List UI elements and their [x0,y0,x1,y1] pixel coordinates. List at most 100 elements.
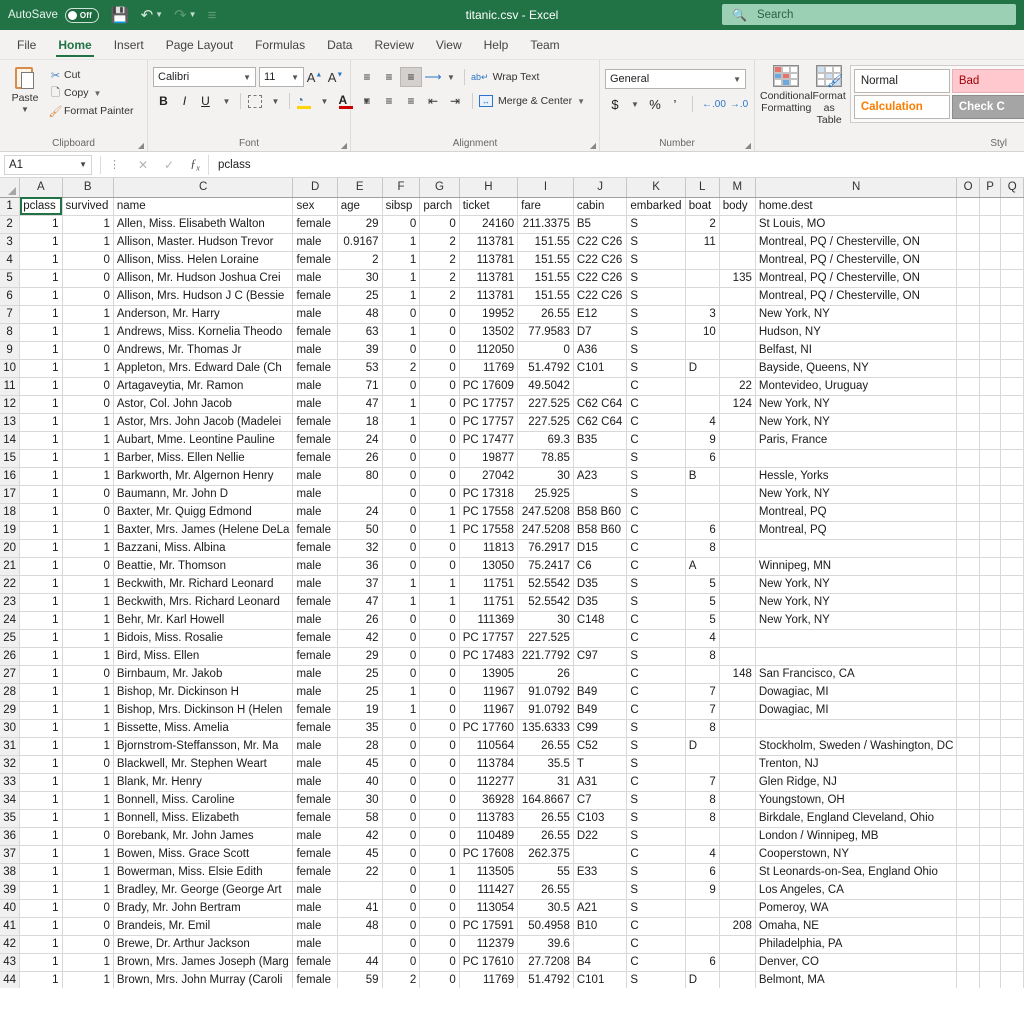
cell-D11[interactable]: male [293,377,337,395]
cell-P34[interactable] [979,791,1000,809]
cell-F25[interactable]: 0 [382,629,420,647]
italic-button[interactable]: I [174,91,195,111]
cell-O8[interactable] [957,323,980,341]
cell-G3[interactable]: 2 [420,233,459,251]
cell-N42[interactable]: Philadelphia, PA [755,935,957,953]
cell-G20[interactable]: 0 [420,539,459,557]
cell-B11[interactable]: 0 [62,377,113,395]
cell-O43[interactable] [957,953,980,971]
row-header-20[interactable]: 20 [0,539,20,557]
cell-C8[interactable]: Andrews, Miss. Kornelia Theodo [113,323,293,341]
cell-F10[interactable]: 2 [382,359,420,377]
cell-C33[interactable]: Blank, Mr. Henry [113,773,293,791]
cell-D14[interactable]: female [293,431,337,449]
column-header-c[interactable]: C [113,178,293,197]
cell-G19[interactable]: 1 [420,521,459,539]
cell-C21[interactable]: Beattie, Mr. Thomson [113,557,293,575]
cell-J1[interactable]: cabin [573,197,627,215]
cell-J42[interactable] [573,935,627,953]
cell-L33[interactable]: 7 [685,773,719,791]
cell-Q26[interactable] [1001,647,1024,665]
cell-M8[interactable] [719,323,755,341]
cell-G18[interactable]: 1 [420,503,459,521]
cell-D3[interactable]: male [293,233,337,251]
cell-E39[interactable] [337,881,382,899]
cell-M20[interactable] [719,539,755,557]
row-header-2[interactable]: 2 [0,215,20,233]
cell-J18[interactable]: B58 B60 [573,503,627,521]
cell-F39[interactable]: 0 [382,881,420,899]
cell-O13[interactable] [957,413,980,431]
cell-O40[interactable] [957,899,980,917]
cell-N1[interactable]: home.dest [755,197,957,215]
cell-O23[interactable] [957,593,980,611]
cell-E34[interactable]: 30 [337,791,382,809]
cell-M32[interactable] [719,755,755,773]
cell-Q4[interactable] [1001,251,1024,269]
column-header-e[interactable]: E [337,178,382,197]
cell-Q40[interactable] [1001,899,1024,917]
cell-G4[interactable]: 2 [420,251,459,269]
cell-N24[interactable]: New York, NY [755,611,957,629]
chevron-down-icon[interactable]: ▼ [444,67,458,87]
cell-P36[interactable] [979,827,1000,845]
cell-Q27[interactable] [1001,665,1024,683]
cell-C31[interactable]: Bjornstrom-Steffansson, Mr. Ma [113,737,293,755]
cell-H14[interactable]: PC 17477 [459,431,517,449]
cell-Q33[interactable] [1001,773,1024,791]
cell-D37[interactable]: female [293,845,337,863]
cell-J19[interactable]: B58 B60 [573,521,627,539]
cell-F14[interactable]: 0 [382,431,420,449]
cell-I24[interactable]: 30 [518,611,574,629]
cell-G5[interactable]: 2 [420,269,459,287]
cell-N8[interactable]: Hudson, NY [755,323,957,341]
cell-Q18[interactable] [1001,503,1024,521]
cell-Q16[interactable] [1001,467,1024,485]
style-bad[interactable]: Bad [952,69,1024,93]
cell-B5[interactable]: 0 [62,269,113,287]
cell-I10[interactable]: 51.4792 [518,359,574,377]
cell-M21[interactable] [719,557,755,575]
cell-K13[interactable]: C [627,413,685,431]
cell-D13[interactable]: female [293,413,337,431]
cell-E19[interactable]: 50 [337,521,382,539]
cell-G42[interactable]: 0 [420,935,459,953]
cell-A14[interactable]: 1 [20,431,62,449]
cell-C24[interactable]: Behr, Mr. Karl Howell [113,611,293,629]
cell-F11[interactable]: 0 [382,377,420,395]
cell-I38[interactable]: 55 [518,863,574,881]
cell-Q29[interactable] [1001,701,1024,719]
cell-J38[interactable]: E33 [573,863,627,881]
cell-P27[interactable] [979,665,1000,683]
cell-K29[interactable]: C [627,701,685,719]
cell-L34[interactable]: 8 [685,791,719,809]
cell-G28[interactable]: 0 [420,683,459,701]
cell-N17[interactable]: New York, NY [755,485,957,503]
cell-K24[interactable]: C [627,611,685,629]
cell-D30[interactable]: female [293,719,337,737]
cell-F40[interactable]: 0 [382,899,420,917]
cell-E22[interactable]: 37 [337,575,382,593]
cell-O25[interactable] [957,629,980,647]
cell-A23[interactable]: 1 [20,593,62,611]
cell-D32[interactable]: male [293,755,337,773]
cell-N2[interactable]: St Louis, MO [755,215,957,233]
cell-Q20[interactable] [1001,539,1024,557]
row-header-24[interactable]: 24 [0,611,20,629]
row-header-13[interactable]: 13 [0,413,20,431]
cell-K42[interactable]: C [627,935,685,953]
cell-F17[interactable]: 0 [382,485,420,503]
cell-A21[interactable]: 1 [20,557,62,575]
cell-D29[interactable]: female [293,701,337,719]
cell-A31[interactable]: 1 [20,737,62,755]
cell-G15[interactable]: 0 [420,449,459,467]
cell-C25[interactable]: Bidois, Miss. Rosalie [113,629,293,647]
cell-E42[interactable] [337,935,382,953]
cell-A43[interactable]: 1 [20,953,62,971]
cell-D6[interactable]: female [293,287,337,305]
cell-F42[interactable]: 0 [382,935,420,953]
cell-H29[interactable]: 11967 [459,701,517,719]
cell-I29[interactable]: 91.0792 [518,701,574,719]
cell-O19[interactable] [957,521,980,539]
row-header-9[interactable]: 9 [0,341,20,359]
